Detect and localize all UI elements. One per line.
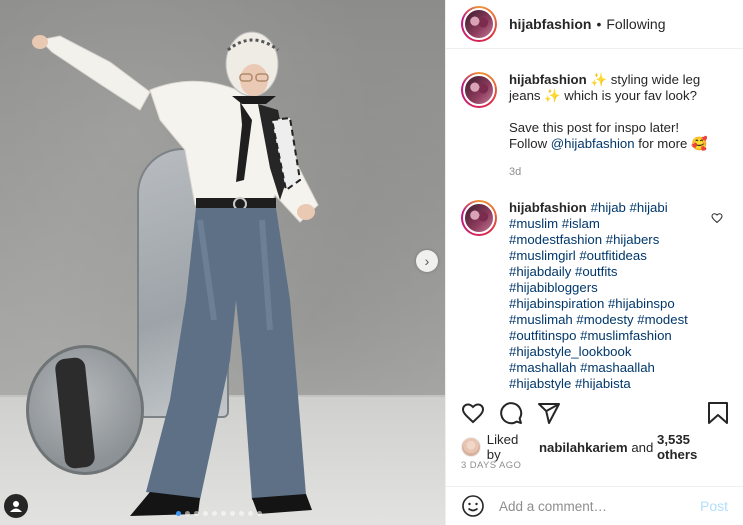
avatar[interactable] [461,72,497,108]
avatar[interactable] [461,200,497,236]
caption-mention-link[interactable]: @hijabfashion [551,136,635,151]
post-date[interactable]: 3 DAYS AGO [461,460,521,471]
model-figure [32,31,319,516]
hashtag-link[interactable]: #muslimah #modesty #modest [509,312,702,328]
comment-input[interactable]: Add a comment… [499,499,700,514]
hashtag-link[interactable]: #hijabstyle_lookbook [509,344,702,360]
hashtag-link[interactable]: #muslim #islam [509,216,702,232]
post-side-panel: hijabfashion • Following hijabfashion ✨ s… [445,0,743,525]
user-tag-icon [10,501,22,512]
bookmark-icon[interactable] [707,401,729,425]
comment-icon[interactable] [499,401,523,425]
hashtag-link[interactable]: #hijab #hijabi [591,200,668,215]
caption-follow-suffix: for more 🥰 [638,136,708,151]
carousel-dot [212,511,217,516]
carousel-dot [239,511,244,516]
hashtag-link[interactable]: #hijabibloggers [509,280,702,296]
hashtag-link[interactable]: #muslimgirl #outfitideas [509,248,702,264]
likes-count[interactable]: 3,535 others [657,432,733,462]
carousel-dot [257,511,262,516]
comment-like-icon[interactable] [711,212,723,224]
hashtag-link[interactable]: #outfitinspo #muslimfashion [509,328,702,344]
caption-comment: hijabfashion ✨ styling wide leg jeans ✨ w… [461,72,728,180]
header-separator: • [596,16,602,32]
following-button[interactable]: Following [606,16,665,32]
tagged-users-button[interactable] [4,494,28,518]
likes-prefix: Liked by [486,432,519,462]
carousel-dot [230,511,235,516]
comments-section[interactable]: hijabfashion ✨ styling wide leg jeans ✨ w… [446,50,743,390]
comment-username[interactable]: hijabfashion [509,200,587,215]
caption-follow-prefix: Follow [509,136,548,151]
post-photo[interactable]: › [0,0,445,525]
post-comment-button[interactable]: Post [700,498,728,514]
caption-line-3: Save this post for inspo later! [509,120,680,135]
liker-avatar[interactable] [461,437,481,457]
next-photo-button[interactable]: › [416,250,438,272]
hashtag-link[interactable]: #hijabinspiration #hijabinspo [509,296,702,312]
chevron-right-icon: › [424,253,430,269]
heart-icon[interactable] [461,401,485,425]
hashtag-link[interactable]: #modestfashion #hijabers [509,232,702,248]
likes-connector: and [631,439,654,455]
hashtag-comment: hijabfashion #hijab #hijabi #muslim #isla… [461,200,728,390]
hashtag-link[interactable]: #hijabstyle #hijabista [509,376,702,390]
action-bar [461,398,729,428]
carousel-dot [194,511,199,516]
post-header: hijabfashion • Following [446,0,743,49]
carousel-dot [185,511,190,516]
hashtag-link[interactable]: #mashallah #mashaallah [509,360,702,376]
liker-username[interactable]: nabilahkariem [539,440,628,455]
hashtag-link[interactable]: #hijabdaily #outfits [509,264,702,280]
comment-box: Add a comment… Post [446,486,743,525]
header-username[interactable]: hijabfashion [509,16,591,32]
likes-summary: Liked by nabilahkariem and 3,535 others [461,432,733,462]
paper-plane-icon[interactable] [537,401,561,425]
caption-timestamp[interactable]: 3d [509,164,728,180]
avatar[interactable] [461,6,497,42]
caption-line-2: jeans ✨ which is your fav look? [509,88,697,103]
caption-line-1: ✨ styling wide leg [590,72,701,87]
carousel-dot [248,511,253,516]
carousel-dot [176,511,181,516]
carousel-indicator [176,511,262,516]
carousel-dot [221,511,226,516]
caption-username[interactable]: hijabfashion [509,72,587,87]
carousel-dot [203,511,208,516]
smiley-icon[interactable] [461,494,485,518]
